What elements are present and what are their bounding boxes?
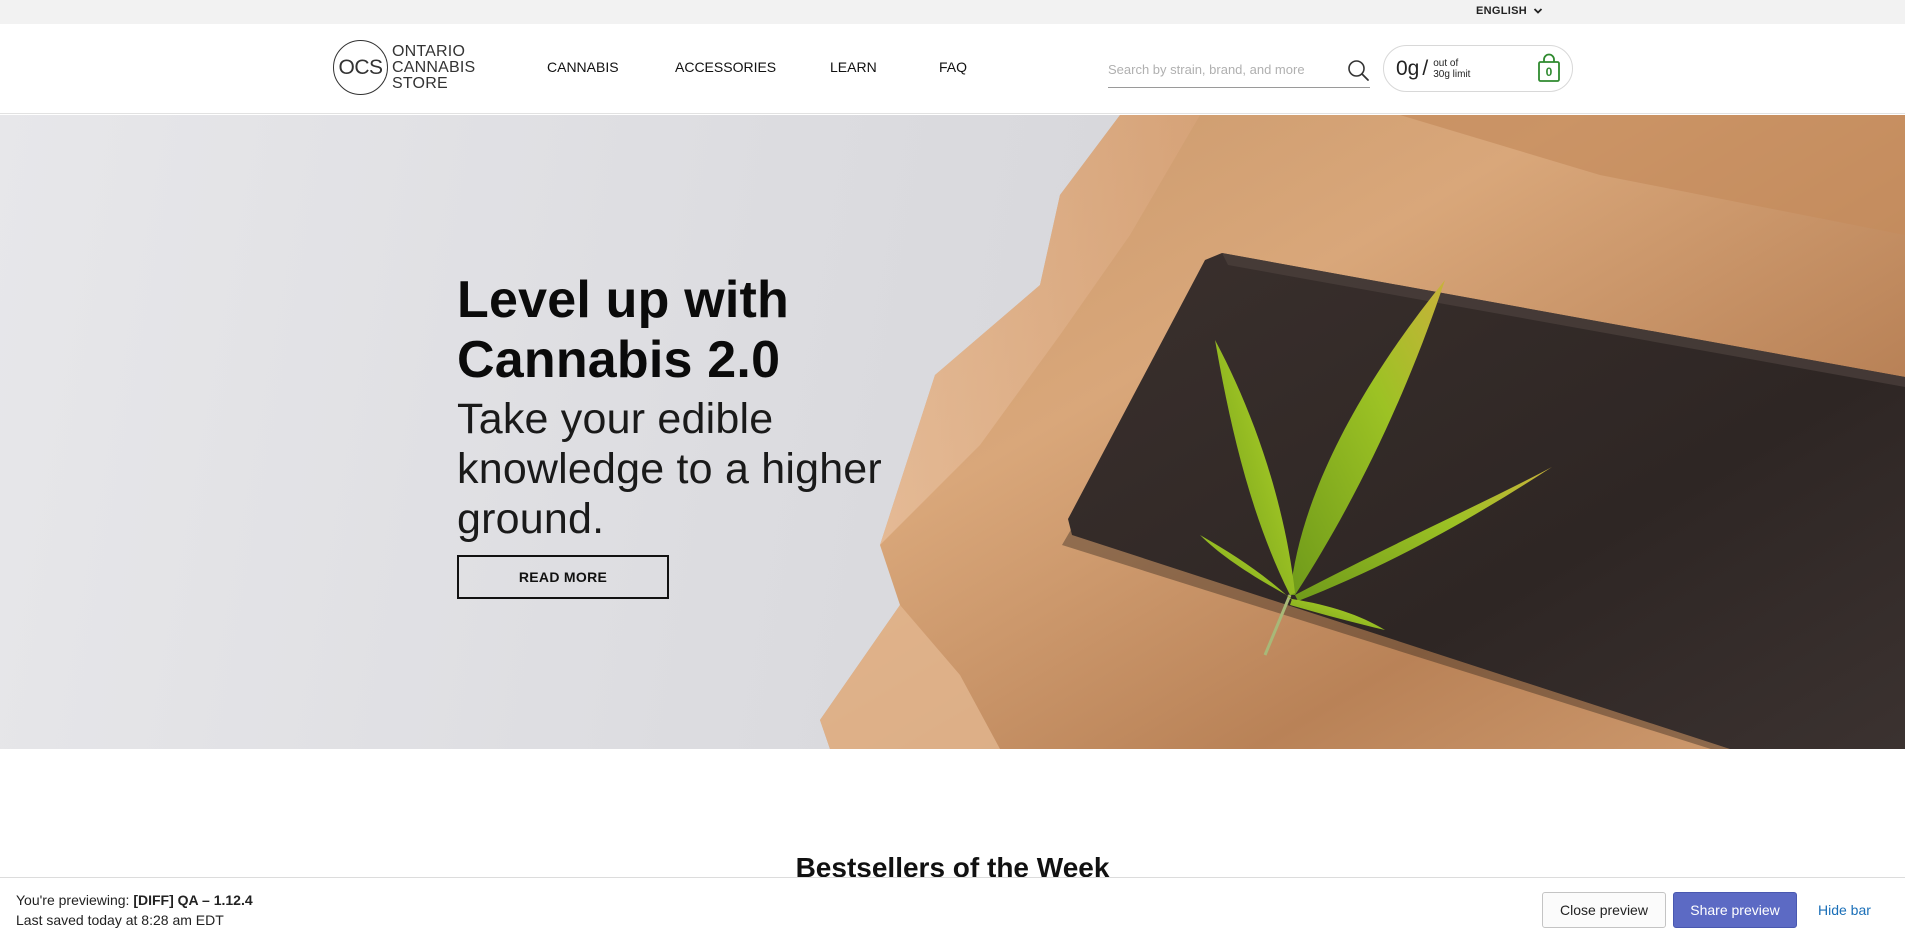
chevron-down-icon xyxy=(1533,8,1543,14)
logo-mark: OCS xyxy=(333,40,388,95)
hero-title-line-2: Cannabis 2.0 xyxy=(457,331,781,389)
logo-line-2: CANNABIS xyxy=(392,58,476,76)
preview-theme-name: [DIFF] QA – 1.12.4 xyxy=(133,892,253,908)
hero-subtitle-line-1: Take your edible xyxy=(457,395,774,443)
nav-item-faq[interactable]: FAQ xyxy=(939,59,967,75)
search-icon[interactable] xyxy=(1346,58,1370,82)
nav-item-accessories[interactable]: ACCESSORIES xyxy=(675,59,776,75)
limit-divider: / xyxy=(1422,56,1429,80)
hero-copy: Level up with Cannabis 2.0 Take your edi… xyxy=(457,270,937,544)
cart-count: 0 xyxy=(1545,65,1553,79)
language-bar: ENGLISH xyxy=(0,0,1905,24)
theme-preview-bar: You're previewing: [DIFF] QA – 1.12.4 La… xyxy=(0,877,1905,939)
logo-wordmark: ONTARIO CANNABIS STORE xyxy=(392,42,476,92)
purchase-limit-indicator: 0g / out of 30g limit 0 xyxy=(1383,45,1573,92)
hero-banner: Level up with Cannabis 2.0 Take your edi… xyxy=(0,115,1905,749)
hero-title: Level up with Cannabis 2.0 xyxy=(457,270,937,390)
limit-caption-line-2: 30g limit xyxy=(1433,68,1471,80)
logo-line-3: STORE xyxy=(392,74,448,92)
hero-subtitle: Take your edible knowledge to a higher g… xyxy=(457,394,937,544)
limit-caption: out of 30g limit xyxy=(1433,58,1470,80)
language-label: ENGLISH xyxy=(1476,5,1527,17)
hero-subtitle-line-2: knowledge to a higher xyxy=(457,445,882,493)
preview-prefix: You're previewing: xyxy=(16,892,130,908)
logo-line-1: ONTARIO xyxy=(392,42,466,60)
site-logo[interactable]: OCS ONTARIO CANNABIS STORE xyxy=(333,40,475,95)
hero-image-edible-chocolate-leaf xyxy=(820,115,1905,749)
limit-amount: 0g xyxy=(1396,56,1420,80)
close-preview-button[interactable]: Close preview xyxy=(1542,892,1666,928)
preview-saved-time: Last saved today at 8:28 am EDT xyxy=(16,912,224,928)
search-bar xyxy=(1108,54,1370,88)
hero-subtitle-line-3: ground. xyxy=(457,495,605,543)
preview-status: You're previewing: [DIFF] QA – 1.12.4 xyxy=(16,892,253,908)
limit-caption-line-1: out of xyxy=(1433,57,1459,69)
share-preview-button[interactable]: Share preview xyxy=(1673,892,1797,928)
nav-item-cannabis[interactable]: CANNABIS xyxy=(547,59,619,75)
nav-item-learn[interactable]: LEARN xyxy=(830,59,877,75)
cart-button[interactable]: 0 xyxy=(1535,53,1563,83)
language-selector[interactable]: ENGLISH xyxy=(1476,5,1543,17)
read-more-button[interactable]: READ MORE xyxy=(457,555,669,599)
site-header: OCS ONTARIO CANNABIS STORE CANNABIS ACCE… xyxy=(0,24,1905,114)
search-input[interactable] xyxy=(1108,54,1338,84)
hide-bar-link[interactable]: Hide bar xyxy=(1818,902,1871,918)
hero-title-line-1: Level up with xyxy=(457,271,789,329)
